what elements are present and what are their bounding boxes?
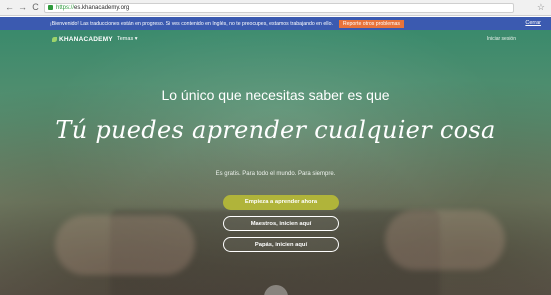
browser-toolbar: ← → C https://es.khanacademy.org ☆: [0, 0, 551, 16]
site-header: KHANACADEMY Temas ▾ Iniciar sesión: [0, 30, 551, 48]
login-link[interactable]: Iniciar sesión: [487, 36, 516, 42]
banner-close-link[interactable]: Cerrar: [525, 20, 541, 26]
translation-banner: ¡Bienvenido! Las traducciones están en p…: [0, 17, 551, 30]
logo-text: KHANACADEMY: [59, 36, 113, 43]
leaf-icon: [52, 37, 57, 42]
report-problems-button[interactable]: Reporte otros problemas: [338, 19, 404, 28]
url-text: https://es.khanacademy.org: [56, 4, 130, 11]
background-hand-right: [385, 210, 505, 270]
parents-start-button[interactable]: Papás, inicien aquí: [223, 237, 339, 252]
hero-section: KHANACADEMY Temas ▾ Iniciar sesión Lo ún…: [0, 30, 551, 295]
khan-academy-logo[interactable]: KHANACADEMY: [52, 36, 113, 43]
hero-headline: Lo único que necesitas saber es que: [161, 87, 390, 103]
reload-icon[interactable]: C: [31, 3, 40, 12]
address-bar[interactable]: https://es.khanacademy.org: [44, 2, 514, 13]
browser-window: ← → C https://es.khanacademy.org ☆ ¡Bien…: [0, 0, 551, 295]
topics-menu[interactable]: Temas ▾: [117, 36, 138, 42]
start-learning-button[interactable]: Empieza a aprender ahora: [223, 195, 339, 210]
teachers-start-button[interactable]: Maestros, inicien aquí: [223, 216, 339, 231]
back-icon[interactable]: ←: [5, 3, 14, 12]
bookmark-star-icon[interactable]: ☆: [537, 2, 545, 13]
hero-subtitle: Es gratis. Para todo el mundo. Para siem…: [215, 171, 336, 177]
forward-icon[interactable]: →: [18, 3, 27, 12]
banner-message: ¡Bienvenido! Las traducciones están en p…: [50, 20, 333, 27]
lock-icon: [48, 5, 53, 10]
background-hand-left: [55, 215, 195, 275]
hero-script-title: Tú puedes aprender cualquier cosa: [55, 116, 496, 144]
